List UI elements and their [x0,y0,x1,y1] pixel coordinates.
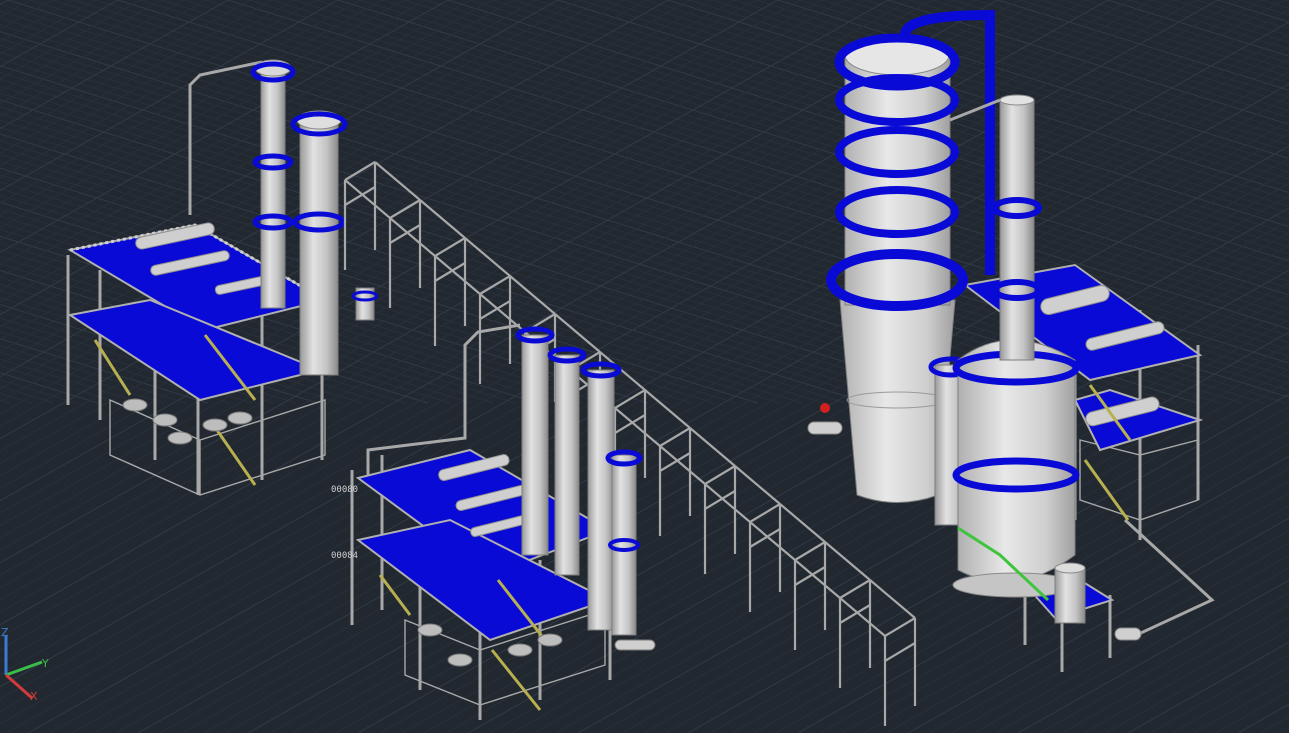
ucs-z-label: Z [1,626,9,639]
equipment-tag-b: 00084 [331,551,358,561]
cad-3d-viewport[interactable]: 00080 00084 Z Y X [0,0,1289,733]
ucs-x-label: X [30,690,38,703]
equipment-tag-a: 00080 [331,485,358,495]
ucs-icon: Z Y X [1,626,49,703]
pumps-left [122,398,253,445]
valve-icon [820,403,830,413]
ucs-y-label: Y [41,657,49,670]
